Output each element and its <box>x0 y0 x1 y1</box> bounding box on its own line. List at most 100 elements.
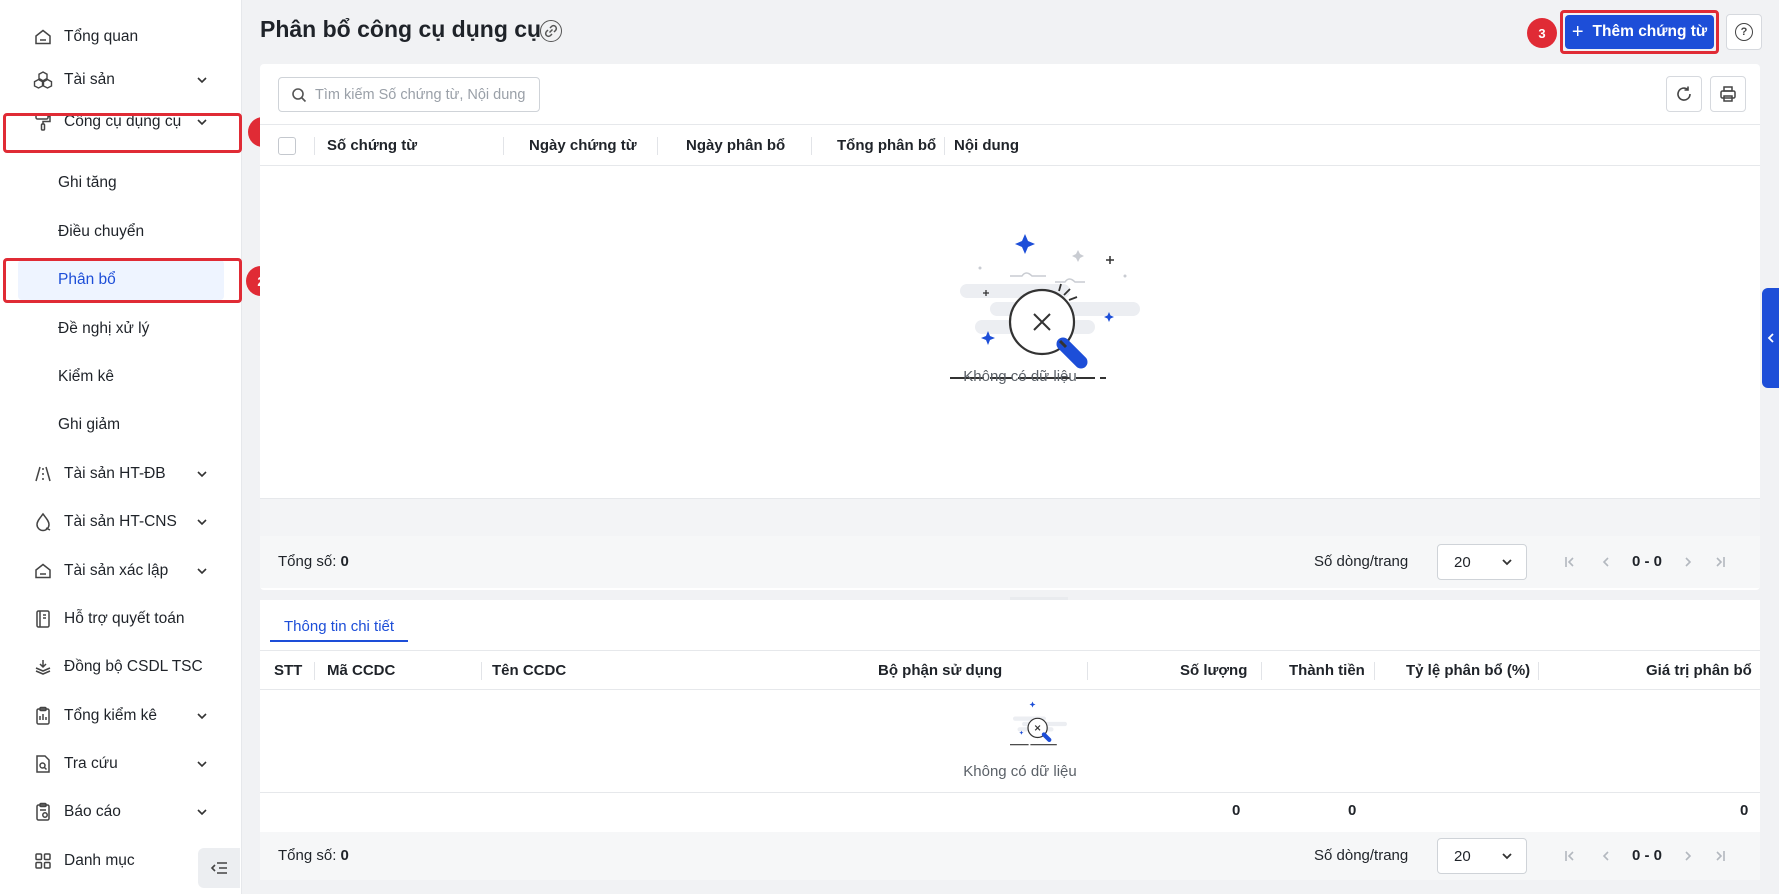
sidebar-subitem-inventory[interactable]: Kiểm kê <box>18 357 224 397</box>
chevron-down-icon <box>197 77 207 84</box>
previous-page-icon[interactable] <box>1596 552 1616 572</box>
column-header-quantity[interactable]: Số lượng <box>1180 651 1247 689</box>
previous-page-icon[interactable] <box>1596 846 1616 866</box>
rows-per-page-label: Số dòng/trang <box>1314 847 1409 864</box>
sidebar-item-label: Đồng bộ CSDL TSC <box>64 658 203 675</box>
add-voucher-label: Thêm chứng từ <box>1592 23 1708 40</box>
main-pagination: Tổng số: 0 Số dòng/trang 20 0 - 0 <box>260 536 1760 588</box>
total-label: Tổng số: <box>278 847 337 864</box>
sidebar-item-label: Báo cáo <box>64 803 121 820</box>
detail-summary-row: 0 0 0 <box>260 792 1760 830</box>
detail-pagination: Tổng số: 0 Số dòng/trang 20 0 - 0 <box>260 832 1760 880</box>
link-icon[interactable] <box>540 20 562 42</box>
sidebar-item-reports[interactable]: Báo cáo <box>0 792 242 832</box>
sidebar-item-assets[interactable]: Tài sản <box>0 60 242 100</box>
select-all-checkbox[interactable] <box>278 137 296 155</box>
column-header-voucher-number[interactable]: Số chứng từ <box>327 125 417 165</box>
sidebar-item-overview[interactable]: Tổng quan <box>0 17 242 57</box>
printer-icon <box>1720 86 1736 102</box>
sidebar-subitem-label: Đề nghị xử lý <box>58 320 150 337</box>
rows-per-page-value: 20 <box>1454 847 1471 865</box>
annotation-badge-3: 3 <box>1527 18 1557 48</box>
rows-per-page-value: 20 <box>1454 553 1471 571</box>
document-search-icon <box>33 754 53 774</box>
sidebar-subitem-decrease[interactable]: Ghi giảm <box>18 405 224 445</box>
column-header-allocated-value[interactable]: Giá trị phân bổ <box>1646 651 1752 689</box>
sidebar-item-tools[interactable]: Công cụ dụng cụ <box>0 102 242 142</box>
chevron-down-icon <box>197 568 207 575</box>
first-page-icon[interactable] <box>1560 846 1580 866</box>
rows-per-page-select[interactable]: 20 <box>1437 838 1527 874</box>
book-icon <box>33 609 53 629</box>
cubes-icon <box>33 70 53 90</box>
sidebar-item-label: Hỗ trợ quyết toán <box>64 610 185 627</box>
column-header-amount[interactable]: Thành tiền <box>1289 651 1365 689</box>
refresh-button[interactable] <box>1666 76 1702 112</box>
clipboard-icon <box>33 706 53 726</box>
column-header-tool-code[interactable]: Mã CCDC <box>327 651 395 689</box>
total-count: Tổng số: 0 <box>278 553 349 570</box>
sidebar: Tổng quan Tài sản Công cụ dụng cụ Ghi tă… <box>0 0 242 894</box>
paint-roller-icon <box>33 112 53 132</box>
column-header-voucher-date[interactable]: Ngày chứng từ <box>529 125 637 165</box>
rows-per-page-select[interactable]: 20 <box>1437 544 1527 580</box>
chevron-down-icon <box>1502 853 1512 860</box>
sidebar-collapse-button[interactable] <box>198 848 240 888</box>
sidebar-item-infrastructure-road[interactable]: Tài sản HT-ĐB <box>0 454 242 494</box>
detail-empty-state-text: Không có dữ liệu <box>963 763 1077 780</box>
right-panel-toggle[interactable] <box>1762 288 1779 388</box>
next-page-icon[interactable] <box>1678 552 1698 572</box>
sidebar-item-general-inventory[interactable]: Tổng kiểm kê <box>0 696 242 736</box>
column-header-allocation-rate[interactable]: Tỷ lệ phân bổ (%) <box>1406 651 1530 689</box>
sidebar-item-label: Công cụ dụng cụ <box>64 113 182 130</box>
sidebar-subitem-increase[interactable]: Ghi tăng <box>18 163 224 203</box>
sidebar-subitem-disposal-request[interactable]: Đề nghị xử lý <box>18 309 224 349</box>
grid-icon <box>33 851 53 871</box>
sidebar-item-label: Danh mục <box>64 852 135 869</box>
sidebar-subitem-transfer[interactable]: Điều chuyển <box>18 212 224 252</box>
search-box[interactable] <box>278 77 540 112</box>
column-divider <box>657 137 658 155</box>
layers-download-icon <box>33 657 53 677</box>
sidebar-item-lookup[interactable]: Tra cứu <box>0 744 242 784</box>
search-input[interactable] <box>315 86 535 103</box>
last-page-icon[interactable] <box>1710 552 1730 572</box>
sum-allocated-value: 0 <box>1740 802 1749 819</box>
question-icon: ? <box>1735 23 1753 41</box>
column-header-department[interactable]: Bộ phận sử dụng <box>878 651 1002 689</box>
sidebar-item-infrastructure-water[interactable]: Tài sản HT-CNS <box>0 502 242 542</box>
tab-detail-info[interactable]: Thông tin chi tiết <box>270 612 409 642</box>
sidebar-item-settlement-support[interactable]: Hỗ trợ quyết toán <box>0 599 242 639</box>
column-header-total-allocation[interactable]: Tổng phân bổ <box>837 125 936 165</box>
sidebar-item-sync-database[interactable]: Đồng bộ CSDL TSC <box>0 647 242 687</box>
water-drop-icon <box>33 512 53 532</box>
table-footer-strip <box>260 498 1760 536</box>
sidebar-item-established-assets[interactable]: Tài sản xác lập <box>0 551 242 591</box>
empty-search-illustration <box>950 234 1140 379</box>
column-header-allocation-date[interactable]: Ngày phân bổ <box>686 125 785 165</box>
column-divider <box>944 137 945 155</box>
add-voucher-button[interactable]: + Thêm chứng từ <box>1565 15 1714 49</box>
empty-search-illustration <box>1010 701 1067 746</box>
last-page-icon[interactable] <box>1710 846 1730 866</box>
sidebar-subitem-allocation[interactable]: Phân bổ <box>18 260 224 300</box>
next-page-icon[interactable] <box>1678 846 1698 866</box>
column-divider <box>1374 662 1375 680</box>
first-page-icon[interactable] <box>1560 552 1580 572</box>
detail-panel: Thông tin chi tiết STT Mã CCDC Tên CCDC … <box>260 600 1760 880</box>
print-button[interactable] <box>1710 76 1746 112</box>
road-icon <box>33 464 53 484</box>
column-divider <box>481 662 482 680</box>
sum-quantity: 0 <box>1232 802 1241 819</box>
column-header-stt[interactable]: STT <box>274 651 302 689</box>
empty-state-text: Không có dữ liệu <box>963 368 1077 385</box>
column-header-content[interactable]: Nội dung <box>954 125 1019 165</box>
column-header-tool-name[interactable]: Tên CCDC <box>492 651 566 689</box>
sidebar-item-label: Tài sản HT-CNS <box>64 513 177 530</box>
help-button[interactable]: ? <box>1726 14 1762 50</box>
chevron-down-icon <box>197 119 207 126</box>
column-divider <box>1261 662 1262 680</box>
page-title: Phân bổ công cụ dụng cụ <box>260 16 542 42</box>
page-range: 0 - 0 <box>1632 847 1663 864</box>
chevron-down-icon <box>197 761 207 768</box>
